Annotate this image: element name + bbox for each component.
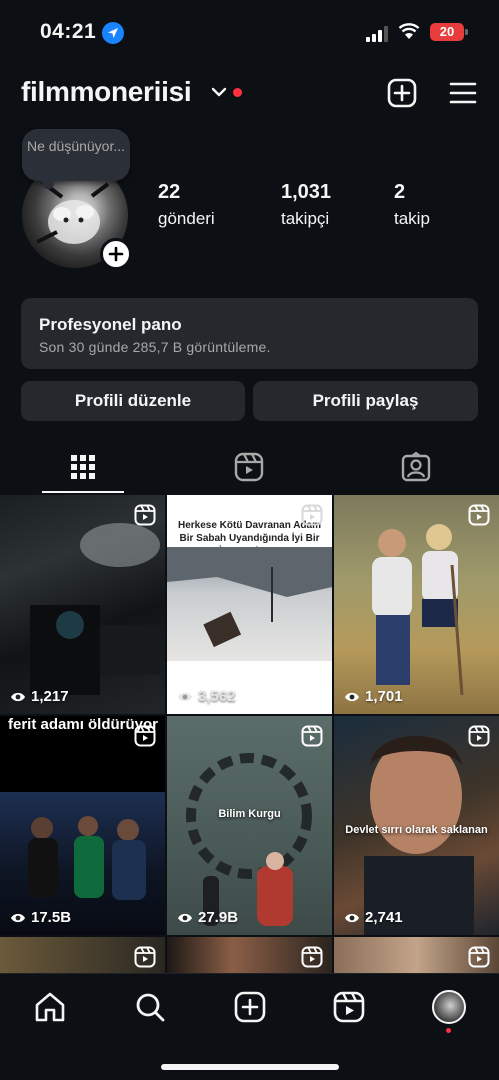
post-caption: Bilim Kurgu	[218, 808, 281, 820]
tab-posts-grid[interactable]	[0, 440, 166, 494]
posts-label: gönderi	[158, 209, 215, 228]
post-tile[interactable]: Bilim Kurgu 27.9B	[167, 716, 332, 935]
tab-reels[interactable]	[166, 440, 332, 494]
eye-icon	[345, 692, 359, 701]
notification-dot	[233, 88, 242, 97]
tab-tagged[interactable]	[333, 440, 499, 494]
following-label: takip	[394, 209, 430, 228]
dashboard-subtitle: Son 30 günde 285,7 B görüntüleme.	[39, 339, 271, 355]
professional-dashboard-card[interactable]: Profesyonel pano Son 30 günde 285,7 B gö…	[21, 298, 478, 369]
view-count-text: 1,217	[31, 688, 69, 705]
create-post-icon[interactable]	[233, 990, 267, 1024]
add-story-button[interactable]	[100, 238, 132, 270]
post-thumbnail	[167, 547, 332, 661]
post-thumbnail	[372, 524, 464, 696]
view-count-text: 1,701	[365, 688, 403, 705]
profile-avatar-nav[interactable]	[432, 990, 466, 1024]
posts-count: 22	[158, 181, 181, 203]
menu-icon[interactable]	[449, 80, 477, 106]
profile-header: filmmoneriisi	[0, 70, 499, 116]
dashboard-title: Profesyonel pano	[39, 315, 182, 334]
eye-icon	[178, 692, 192, 701]
search-icon[interactable]	[133, 990, 167, 1024]
cellular-signal-icon	[366, 26, 388, 42]
reel-icon	[134, 725, 156, 747]
view-count: 27.9B	[177, 909, 238, 926]
wifi-icon	[398, 23, 420, 39]
reel-icon	[468, 946, 490, 968]
battery-tip	[465, 29, 468, 35]
battery-icon: 20	[430, 23, 464, 41]
post-tile[interactable]	[0, 937, 165, 973]
notification-dot	[446, 1028, 451, 1033]
followers-count: 1,031	[281, 181, 332, 203]
status-time: 04:21	[40, 20, 97, 43]
view-count-text: 17.5B	[31, 909, 72, 926]
reel-icon	[134, 946, 156, 968]
post-thumbnail	[30, 523, 160, 695]
home-indicator	[161, 1064, 339, 1070]
reel-icon	[468, 504, 490, 526]
profile-tabs	[0, 440, 499, 494]
eye-icon	[345, 913, 359, 922]
view-count-text: 3,562	[198, 688, 236, 705]
home-icon[interactable]	[33, 990, 67, 1024]
post-tile[interactable]: 1,701	[334, 495, 499, 714]
followers-stat[interactable]: 1,031 takipçi	[281, 181, 331, 229]
view-count: 2,741	[344, 909, 403, 926]
post-thumbnail	[186, 753, 312, 926]
status-bar: 04:21 20	[0, 0, 499, 66]
post-tile[interactable]: 1,217	[0, 495, 165, 714]
eye-icon	[11, 692, 25, 701]
eye-icon	[178, 913, 192, 922]
tagged-person-icon	[401, 452, 431, 482]
following-count: 2	[394, 181, 406, 203]
post-tile[interactable]	[167, 937, 332, 973]
posts-stat[interactable]: 22 gönderi	[158, 181, 215, 229]
followers-label: takipçi	[281, 209, 330, 228]
view-count-text: 27.9B	[198, 909, 239, 926]
username-switcher[interactable]: filmmoneriisi	[21, 76, 192, 108]
eye-icon	[11, 913, 25, 922]
view-count: 3,562	[177, 688, 236, 705]
location-arrow-icon	[102, 22, 124, 44]
edit-profile-button[interactable]: Profili düzenle	[21, 381, 245, 421]
reel-icon	[301, 504, 323, 526]
active-tab-indicator	[42, 491, 124, 493]
view-count: 1,701	[344, 688, 403, 705]
reels-icon[interactable]	[332, 990, 366, 1024]
post-tile[interactable]: ferit adamı öldürüyor 17.5B	[0, 716, 165, 935]
view-count-text: 2,741	[365, 909, 403, 926]
following-stat[interactable]: 2 takip	[394, 181, 430, 229]
reel-icon	[301, 946, 323, 968]
post-caption: Devlet sırrı olarak saklanan	[345, 824, 488, 836]
chevron-down-icon[interactable]	[211, 86, 227, 98]
post-tile[interactable]: Devlet sırrı olarak saklanan 2,741	[334, 716, 499, 935]
reel-icon	[134, 504, 156, 526]
view-count: 17.5B	[10, 909, 71, 926]
note-bubble[interactable]: Ne düşünüyor...	[22, 129, 130, 189]
reel-icon	[301, 725, 323, 747]
grid-icon	[71, 455, 95, 479]
view-count: 1,217	[10, 688, 69, 705]
reel-icon	[468, 725, 490, 747]
post-tile[interactable]: Herkese Kötü Davranan Adam Bir Sabah Uya…	[167, 495, 332, 714]
share-profile-button[interactable]: Profili paylaş	[253, 381, 478, 421]
create-icon[interactable]	[387, 78, 417, 108]
post-tile[interactable]	[334, 937, 499, 973]
reels-icon	[234, 452, 264, 482]
